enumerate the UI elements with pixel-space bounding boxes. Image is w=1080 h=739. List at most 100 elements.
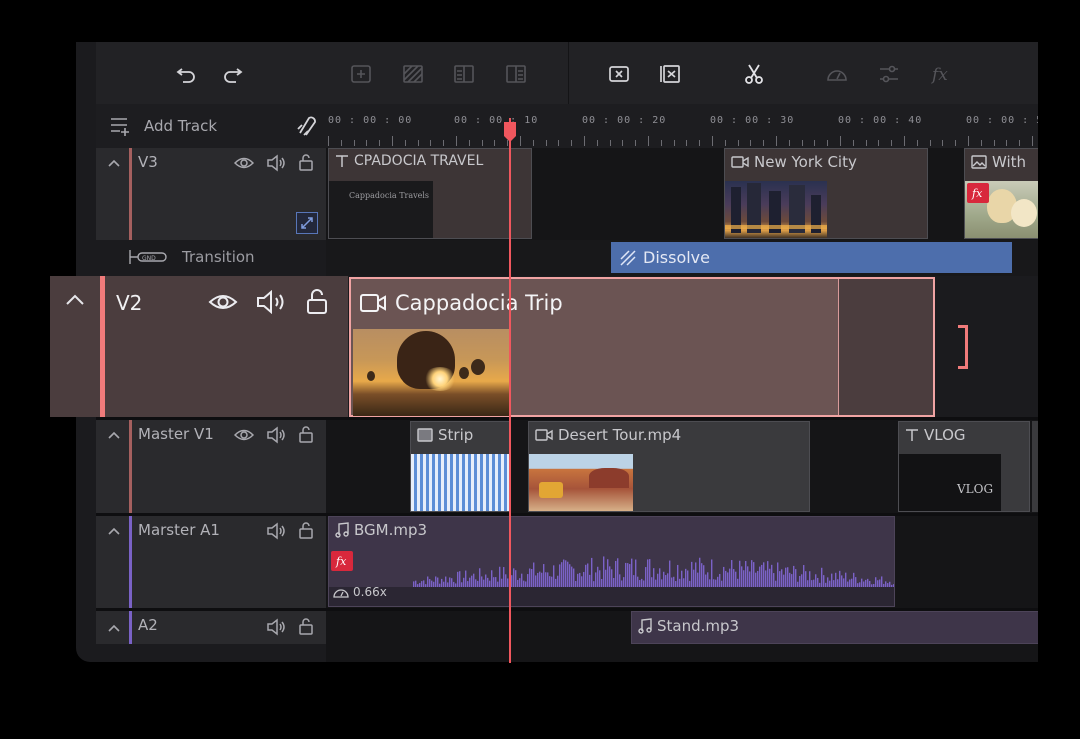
mute-button[interactable] xyxy=(266,154,286,172)
waveform-bar xyxy=(735,571,737,587)
text-icon xyxy=(906,429,918,441)
waveform-bar xyxy=(807,580,809,587)
ruler-tick xyxy=(584,136,585,146)
audio-waveform xyxy=(329,556,894,606)
ruler-tick xyxy=(353,140,355,146)
waveform-bar xyxy=(421,581,423,587)
mute-button[interactable] xyxy=(256,289,286,315)
collapse-icon[interactable] xyxy=(106,428,122,442)
dissolve-icon xyxy=(620,249,636,266)
track-lane-v1[interactable]: Strip Desert Tour.mp4 VLOG VLOG xyxy=(326,420,1038,513)
collapse-icon[interactable] xyxy=(64,292,86,308)
collapse-icon[interactable] xyxy=(106,621,122,635)
clip-vlog[interactable]: VLOG VLOG xyxy=(898,421,1030,512)
waveform-bar xyxy=(517,579,519,587)
waveform-bar xyxy=(593,581,595,587)
visibility-button[interactable] xyxy=(234,426,254,444)
clip-stand[interactable]: Stand.mp3 xyxy=(631,611,1038,644)
clip-label: Cappadocia Trip xyxy=(395,291,563,315)
lock-button[interactable] xyxy=(304,287,330,315)
waveform-bar xyxy=(697,572,699,587)
waveform-bar xyxy=(573,568,575,587)
delete-gap-button[interactable] xyxy=(657,61,683,87)
ruler-tick xyxy=(763,140,765,146)
add-track-button[interactable]: Add Track xyxy=(110,116,217,136)
clip-bgm[interactable]: BGM.mp3 fx 0.66x xyxy=(328,516,895,607)
fx-button[interactable]: fx xyxy=(928,61,954,87)
waveform-bar xyxy=(487,577,489,587)
track-link-button[interactable] xyxy=(296,212,318,234)
ruler-tick xyxy=(737,140,739,146)
snap-button[interactable] xyxy=(294,113,318,141)
clip-thumbnail: VLOG xyxy=(899,454,1001,511)
redo-button[interactable] xyxy=(220,61,246,87)
visibility-button[interactable] xyxy=(208,290,238,314)
track-lane-a1[interactable]: BGM.mp3 fx 0.66x xyxy=(326,516,1038,608)
hatch-button[interactable] xyxy=(400,61,426,87)
track-name: V3 xyxy=(138,153,158,171)
ruler-tick xyxy=(865,140,867,146)
waveform-bar xyxy=(855,577,857,587)
waveform-bar xyxy=(793,565,795,587)
waveform-bar xyxy=(859,582,861,587)
speed-value: 0.66x xyxy=(353,585,387,599)
speed-button[interactable] xyxy=(824,61,850,87)
waveform-bar xyxy=(439,583,441,587)
undo-button[interactable] xyxy=(173,61,199,87)
lock-button[interactable] xyxy=(296,425,316,443)
track-lane-transition[interactable]: Dissolve xyxy=(326,240,1038,276)
mute-button[interactable] xyxy=(266,522,286,540)
clip-label: VLOG xyxy=(924,426,966,444)
waveform-bar xyxy=(685,568,687,587)
visibility-button[interactable] xyxy=(234,154,254,172)
track-lane-a2[interactable]: Stand.mp3 xyxy=(326,611,1038,662)
track-lane-v3[interactable]: CPADOCIA TRAVEL Cappadocia Travels New Y… xyxy=(326,148,1038,240)
waveform-bar xyxy=(765,570,767,587)
waveform-bar xyxy=(693,569,695,587)
split-left-button[interactable] xyxy=(451,61,477,87)
lock-button[interactable] xyxy=(296,521,316,539)
delete-clip-button[interactable] xyxy=(606,61,632,87)
lock-button[interactable] xyxy=(296,153,316,171)
track-header-a1: Marster A1 xyxy=(96,516,326,608)
waveform-bar xyxy=(601,579,603,587)
clip-end-bracket[interactable] xyxy=(958,325,968,369)
ruler-tick xyxy=(430,140,432,146)
waveform-bar xyxy=(503,567,505,587)
clip-cappadocia-trip[interactable]: Cappadocia Trip xyxy=(349,277,935,417)
waveform-bar xyxy=(815,574,817,587)
lock-open-icon xyxy=(307,289,327,314)
mute-button[interactable] xyxy=(266,618,286,636)
collapse-icon[interactable] xyxy=(106,156,122,170)
cut-button[interactable] xyxy=(741,61,767,87)
split-right-button[interactable] xyxy=(503,61,529,87)
clip-desert-tour[interactable]: Desert Tour.mp4 xyxy=(528,421,810,512)
clip-new-york-city[interactable]: New York City xyxy=(724,148,928,239)
collapse-icon[interactable] xyxy=(106,524,122,538)
clip-strip[interactable]: Strip xyxy=(410,421,510,512)
waveform-bar xyxy=(567,561,569,587)
waveform-bar xyxy=(583,571,585,587)
clip-dissolve[interactable]: Dissolve xyxy=(611,242,1012,273)
lock-button[interactable] xyxy=(296,617,316,635)
waveform-bar xyxy=(883,583,885,587)
adjust-button[interactable] xyxy=(876,61,902,87)
waveform-bar xyxy=(671,577,673,587)
mute-button[interactable] xyxy=(266,426,286,444)
waveform-bar xyxy=(475,579,477,587)
waveform-bar xyxy=(879,579,881,587)
waveform-bar xyxy=(653,568,655,587)
clip-label: BGM.mp3 xyxy=(354,521,428,539)
add-clip-button[interactable] xyxy=(348,61,374,87)
playhead-handle[interactable] xyxy=(502,120,518,144)
waveform-bar xyxy=(769,568,771,587)
clip-title-cpadocia[interactable]: CPADOCIA TRAVEL Cappadocia Travels xyxy=(328,148,532,239)
waveform-bar xyxy=(745,561,747,587)
ruler-tick xyxy=(955,140,957,146)
clip-with[interactable]: With fx xyxy=(964,148,1038,239)
track-color-bar xyxy=(100,276,105,417)
time-ruler[interactable]: 00 : 00 : 00 00 : 00 : 10 00 : 00 : 20 0… xyxy=(326,104,1038,148)
playhead-line[interactable] xyxy=(509,118,511,663)
waveform-bar xyxy=(737,578,739,587)
ruler-tick xyxy=(635,140,637,146)
